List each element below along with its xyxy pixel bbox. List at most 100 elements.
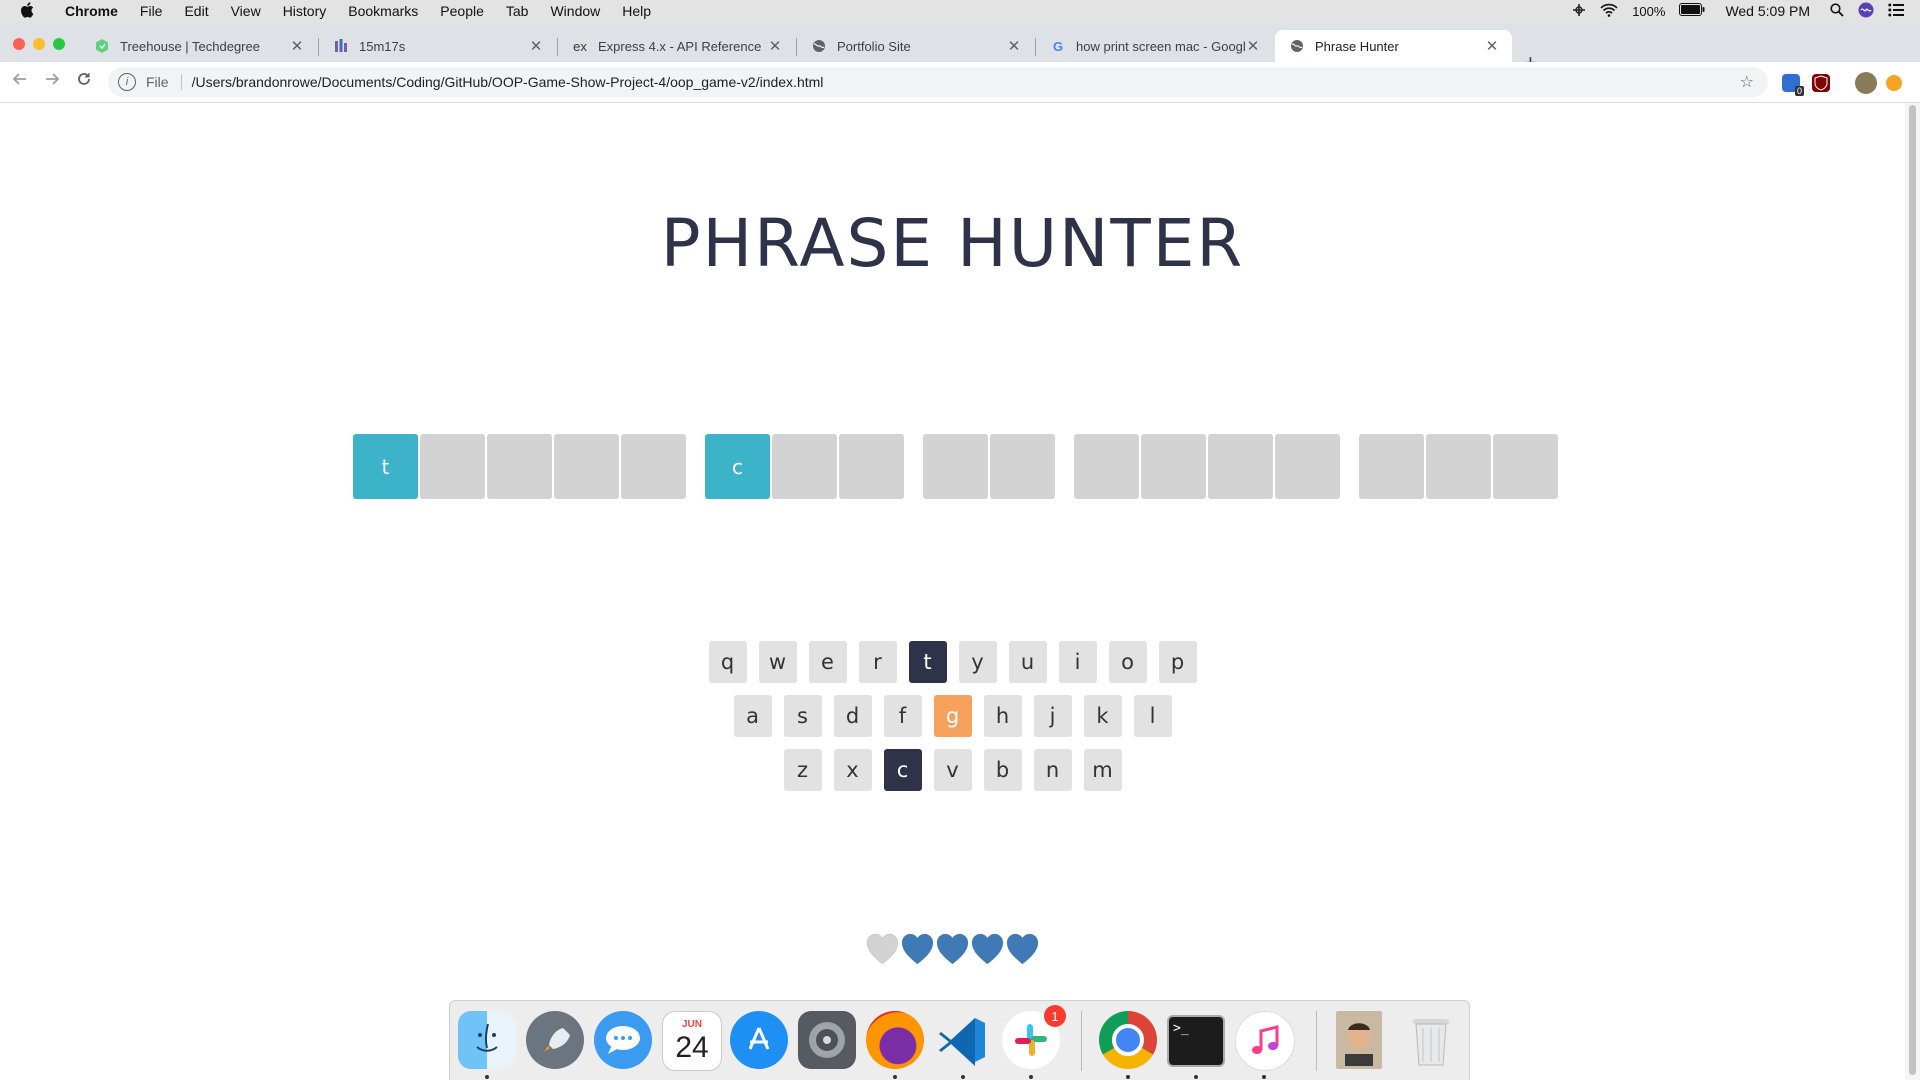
key-b[interactable]: b xyxy=(983,749,1022,791)
hidden-letter xyxy=(990,434,1055,499)
key-y[interactable]: y xyxy=(958,641,997,683)
close-tab-icon[interactable]: ✕ xyxy=(1245,37,1261,55)
tab-phrase-hunter[interactable]: Phrase Hunter ✕ xyxy=(1275,30,1512,62)
menu-file[interactable]: File xyxy=(129,0,174,22)
key-l[interactable]: l xyxy=(1133,695,1172,737)
chrome-icon[interactable] xyxy=(1099,1011,1157,1069)
phrase-word: c xyxy=(705,434,906,499)
key-m[interactable]: m xyxy=(1083,749,1122,791)
itunes-icon[interactable] xyxy=(1235,1011,1295,1071)
close-window-button[interactable] xyxy=(13,38,25,50)
menu-people[interactable]: People xyxy=(429,0,495,22)
system-preferences-icon[interactable] xyxy=(798,1011,856,1069)
key-r[interactable]: r xyxy=(858,641,897,683)
key-x[interactable]: x xyxy=(833,749,872,791)
tab-title: Treehouse | Techdegree xyxy=(120,38,260,54)
treehouse-icon xyxy=(94,38,110,54)
minimize-window-button[interactable] xyxy=(33,38,45,50)
profile-avatar[interactable] xyxy=(1855,72,1877,94)
bookmark-star-icon[interactable]: ☆ xyxy=(1740,72,1754,92)
key-h[interactable]: h xyxy=(983,695,1022,737)
key-c[interactable]: c xyxy=(883,749,922,791)
messages-icon[interactable] xyxy=(594,1011,652,1069)
key-n[interactable]: n xyxy=(1033,749,1072,791)
scroll-reverser-icon[interactable] xyxy=(1572,3,1586,20)
menu-tab[interactable]: Tab xyxy=(495,0,540,22)
tab-portfolio[interactable]: Portfolio Site ✕ xyxy=(797,30,1034,62)
vscode-icon[interactable] xyxy=(934,1011,992,1069)
calendar-icon[interactable]: JUN 24 xyxy=(662,1011,722,1071)
key-z[interactable]: z xyxy=(783,749,822,791)
spotlight-icon[interactable] xyxy=(1830,2,1844,20)
keyboard-row: asdfghjkl xyxy=(0,695,1905,737)
revealed-letter: c xyxy=(705,434,770,499)
user-photo-icon[interactable] xyxy=(1336,1011,1382,1069)
reload-button[interactable] xyxy=(76,71,92,92)
menu-edit[interactable]: Edit xyxy=(173,0,219,22)
chrome-update-icon[interactable] xyxy=(1886,75,1902,91)
terminal-prompt: >_ xyxy=(1173,1021,1189,1036)
tab-google-search[interactable]: G how print screen mac - Google ✕ xyxy=(1036,30,1273,62)
key-a[interactable]: a xyxy=(733,695,772,737)
key-w[interactable]: w xyxy=(758,641,797,683)
menu-history[interactable]: History xyxy=(272,0,338,22)
apple-menu-icon[interactable] xyxy=(0,1,54,21)
key-j[interactable]: j xyxy=(1033,695,1072,737)
url-text[interactable]: /Users/brandonrowe/Documents/Coding/GitH… xyxy=(192,74,824,90)
battery-icon[interactable] xyxy=(1679,3,1705,19)
key-u[interactable]: u xyxy=(1008,641,1047,683)
tab-timer[interactable]: 15m17s ✕ xyxy=(319,30,556,62)
key-p[interactable]: p xyxy=(1158,641,1197,683)
phrase-word: t xyxy=(353,434,688,499)
close-tab-icon[interactable]: ✕ xyxy=(1484,37,1500,55)
ublock-icon[interactable] xyxy=(1812,74,1830,92)
dock: JUN 24 1 >_ xyxy=(449,1000,1470,1080)
globe-icon xyxy=(1289,38,1305,54)
notification-center-icon[interactable] xyxy=(1888,3,1904,20)
app-store-icon[interactable] xyxy=(730,1011,788,1069)
app-menu-chrome[interactable]: Chrome xyxy=(54,0,129,22)
finder-icon[interactable] xyxy=(458,1011,516,1069)
key-d[interactable]: d xyxy=(833,695,872,737)
key-k[interactable]: k xyxy=(1083,695,1122,737)
extension-blocker-icon[interactable]: 0 xyxy=(1782,74,1804,96)
close-tab-icon[interactable]: ✕ xyxy=(767,37,783,55)
tab-express[interactable]: ex Express 4.x - API Reference ✕ xyxy=(558,30,795,62)
menubar-clock[interactable]: Wed 5:09 PM xyxy=(1725,3,1810,19)
key-i[interactable]: i xyxy=(1058,641,1097,683)
slack-icon[interactable]: 1 xyxy=(1002,1005,1066,1069)
forward-button[interactable] xyxy=(44,71,60,92)
keyboard-row: qwertyuiop xyxy=(0,641,1905,683)
close-tab-icon[interactable]: ✕ xyxy=(289,37,305,55)
site-info-icon[interactable]: i xyxy=(118,73,136,91)
key-f[interactable]: f xyxy=(883,695,922,737)
siri-icon[interactable] xyxy=(1858,2,1874,21)
key-q[interactable]: q xyxy=(708,641,747,683)
trash-icon[interactable] xyxy=(1402,1011,1460,1069)
back-button[interactable] xyxy=(12,71,28,92)
tab-treehouse[interactable]: Treehouse | Techdegree ✕ xyxy=(80,30,317,62)
close-tab-icon[interactable]: ✕ xyxy=(528,37,544,55)
key-g[interactable]: g xyxy=(933,695,972,737)
scoreboard xyxy=(0,932,1905,971)
key-v[interactable]: v xyxy=(933,749,972,791)
menu-view[interactable]: View xyxy=(220,0,272,22)
key-s[interactable]: s xyxy=(783,695,822,737)
key-o[interactable]: o xyxy=(1108,641,1147,683)
wifi-icon[interactable] xyxy=(1600,3,1618,20)
key-t[interactable]: t xyxy=(908,641,947,683)
zoom-window-button[interactable] xyxy=(53,38,65,50)
firefox-icon[interactable] xyxy=(866,1011,924,1069)
menu-help[interactable]: Help xyxy=(611,0,662,22)
live-heart-icon xyxy=(1005,932,1040,971)
menu-window[interactable]: Window xyxy=(539,0,611,22)
close-tab-icon[interactable]: ✕ xyxy=(1006,37,1022,55)
dock-divider xyxy=(1081,1011,1082,1071)
menu-bookmarks[interactable]: Bookmarks xyxy=(337,0,429,22)
launchpad-icon[interactable] xyxy=(526,1011,584,1069)
address-bar[interactable]: i File /Users/brandonrowe/Documents/Codi… xyxy=(108,67,1768,97)
scrollbar[interactable] xyxy=(1905,103,1920,1080)
key-e[interactable]: e xyxy=(808,641,847,683)
terminal-icon[interactable]: >_ xyxy=(1167,1015,1225,1067)
scrollbar-thumb[interactable] xyxy=(1909,105,1916,1075)
